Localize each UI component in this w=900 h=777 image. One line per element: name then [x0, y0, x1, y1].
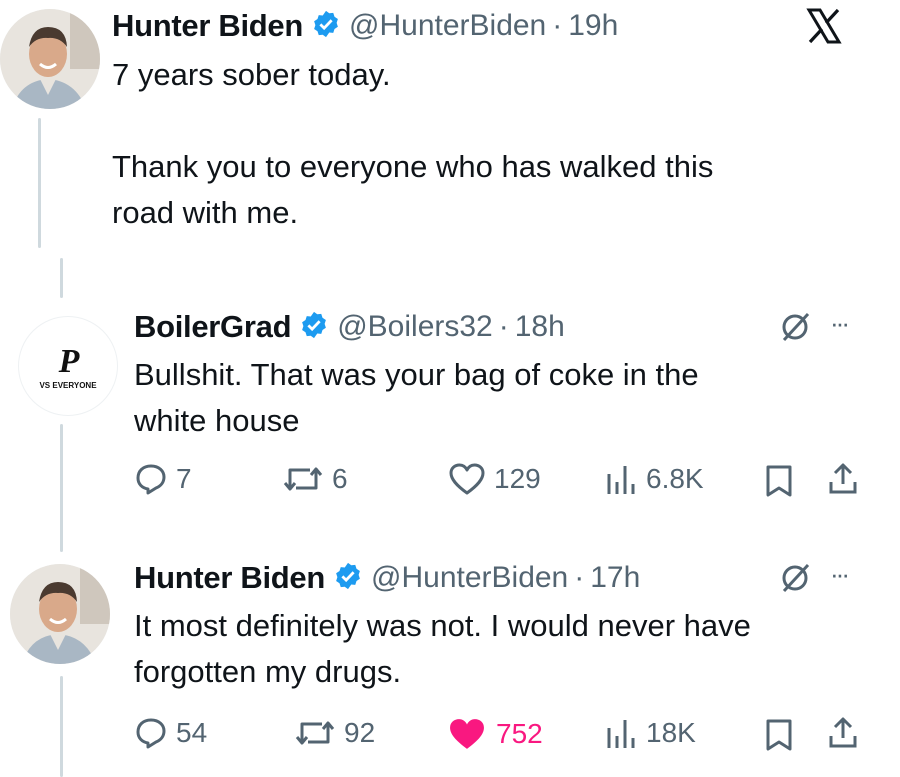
grok-icon[interactable]	[778, 310, 812, 349]
like-count: 129	[494, 463, 541, 494]
repost-count: 92	[344, 717, 376, 748]
timestamp[interactable]: 17h	[590, 561, 640, 595]
like-count: 752	[496, 718, 543, 749]
reply-text-line-1: It most definitely was not. I would neve…	[134, 608, 751, 643]
more-options-button[interactable]: ···	[830, 308, 850, 339]
author-name[interactable]: Hunter Biden	[112, 8, 303, 44]
analytics-icon	[607, 720, 635, 748]
person-photo-avatar-icon	[0, 9, 100, 109]
like-button[interactable]: 752	[446, 716, 543, 752]
share-icon[interactable]	[826, 462, 860, 501]
thread-line	[60, 424, 63, 552]
reply-button[interactable]: 54	[134, 716, 207, 750]
share-icon[interactable]	[826, 716, 860, 755]
timestamp[interactable]: 19h	[568, 9, 618, 43]
grok-icon[interactable]	[778, 561, 812, 600]
avatar[interactable]	[0, 9, 100, 109]
verified-badge-icon	[311, 9, 341, 44]
reply-text-line-2: forgotten my drugs.	[134, 654, 402, 689]
avatar[interactable]	[10, 564, 110, 664]
repost-button[interactable]: 92	[294, 716, 375, 750]
views-button[interactable]: 6.8K	[604, 462, 704, 496]
thread-line-connector	[60, 258, 63, 298]
reply-text-line-1: Bullshit. That was your bag of coke in t…	[134, 357, 699, 392]
heart-filled-icon	[450, 719, 484, 749]
avatar-logo-text: VS EVERYONE	[39, 381, 97, 390]
reply-icon	[136, 718, 166, 749]
heart-icon	[449, 463, 485, 495]
reply-text-line-2: white house	[134, 403, 300, 438]
purdue-logo-icon: P	[58, 343, 80, 380]
analytics-icon	[607, 466, 635, 494]
view-count: 6.8K	[646, 463, 704, 494]
repost-count: 6	[332, 463, 348, 494]
separator-dot: ·	[552, 9, 563, 42]
thread-line	[38, 118, 41, 248]
like-button[interactable]: 129	[448, 462, 541, 496]
tweet-text-line-1: 7 years sober today.	[112, 57, 391, 92]
verified-badge-icon	[333, 561, 363, 596]
author-name[interactable]: BoilerGrad	[134, 309, 292, 345]
avatar[interactable]: P VS EVERYONE	[18, 316, 118, 416]
author-name[interactable]: Hunter Biden	[134, 560, 325, 596]
views-button[interactable]: 18K	[604, 716, 696, 750]
repost-icon	[295, 721, 335, 745]
more-options-button[interactable]: ···	[830, 559, 850, 590]
separator-dot: ·	[574, 561, 585, 594]
repost-icon	[283, 467, 323, 491]
reply-header: Hunter Biden @HunterBiden · 17h	[134, 556, 640, 600]
bookmark-icon[interactable]	[764, 464, 794, 503]
thread-line	[60, 676, 63, 777]
reply-icon	[136, 464, 166, 495]
person-photo-avatar-icon	[10, 564, 110, 664]
view-count: 18K	[646, 717, 696, 748]
reply-button[interactable]: 7	[134, 462, 192, 496]
author-handle[interactable]: @HunterBiden	[371, 561, 568, 595]
tweet-text-line-2: Thank you to everyone who has walked thi…	[112, 149, 714, 184]
separator-dot: ·	[498, 310, 509, 343]
timestamp[interactable]: 18h	[515, 310, 565, 344]
bookmark-icon[interactable]	[764, 718, 794, 757]
verified-badge-icon	[299, 310, 329, 345]
reply-count: 7	[176, 463, 192, 494]
author-handle[interactable]: @HunterBiden	[349, 9, 546, 43]
reply-header: BoilerGrad @Boilers32 · 18h	[134, 305, 565, 349]
reply-count: 54	[176, 717, 208, 748]
tweet-header: Hunter Biden @HunterBiden · 19h	[112, 6, 618, 46]
author-handle[interactable]: @Boilers32	[337, 310, 493, 344]
repost-button[interactable]: 6	[282, 462, 348, 496]
x-logo-icon	[806, 8, 842, 44]
tweet-text-line-3: road with me.	[112, 195, 299, 230]
